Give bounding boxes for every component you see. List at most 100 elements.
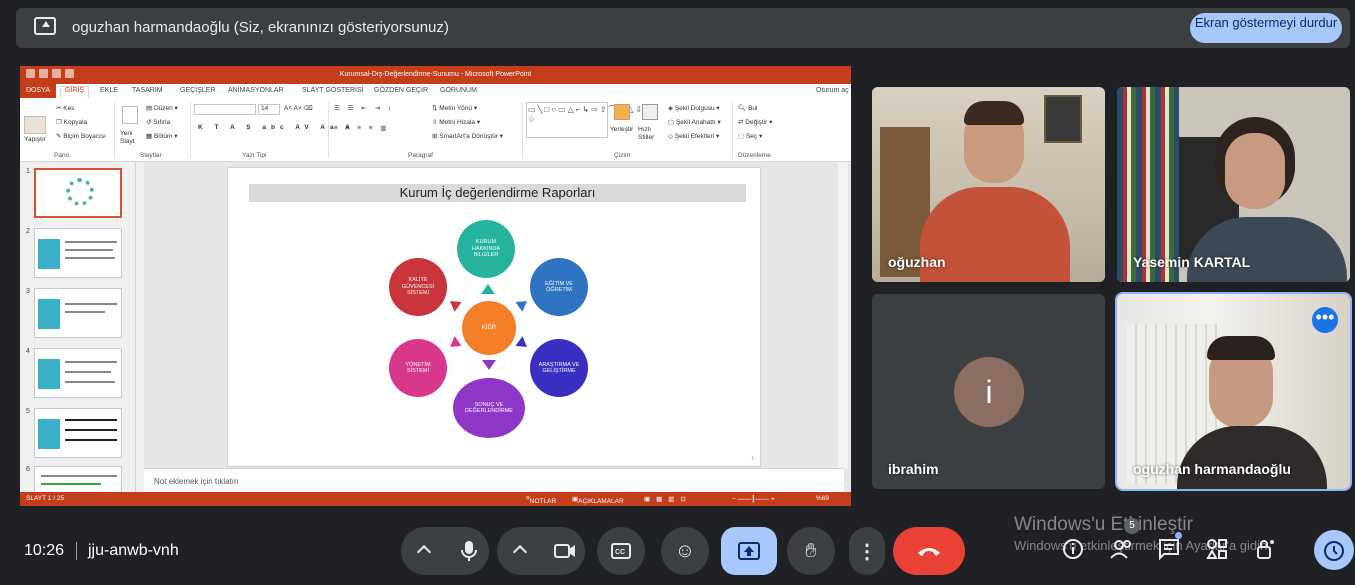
tab-dosya[interactable]: DOSYA — [20, 84, 56, 98]
people-button[interactable] — [1110, 538, 1134, 566]
chevron-up-icon[interactable] — [416, 544, 432, 560]
font-size-box[interactable]: 14 — [258, 104, 280, 115]
paste-icon[interactable] — [24, 116, 46, 134]
ribbon-separator — [732, 102, 733, 158]
tab-gozden-gecir[interactable]: GÖZDEN GEÇİR — [374, 87, 428, 94]
slide-scrollbar[interactable] — [838, 162, 848, 468]
arrow-up-icon — [481, 284, 495, 294]
slide-thumbnail-6[interactable] — [34, 466, 122, 492]
wall-portrait — [1044, 95, 1082, 143]
copy-button[interactable]: ❐ Kopyala — [56, 118, 87, 126]
thumbnail-scrollbar[interactable] — [136, 162, 144, 492]
zoom-level[interactable]: %69 — [816, 495, 829, 502]
cut-button[interactable]: ✂ Kes — [56, 104, 74, 112]
shared-screen-powerpoint: Kurumsal-Dış-Değerlendirme-Sunumu - Micr… — [20, 66, 851, 506]
thumb-number: 4 — [26, 348, 30, 355]
info-button[interactable] — [1062, 538, 1084, 566]
find-button[interactable]: 🔍︎ Bul — [738, 104, 757, 112]
new-slide-icon[interactable] — [122, 106, 138, 124]
slide-editor: Kurum İç değerlendirme Raporları KURUM H… — [144, 162, 844, 468]
tab-slayt-gosterisi[interactable]: SLAYT GÖSTERİSİ — [302, 87, 364, 94]
divider — [76, 542, 77, 560]
ribbon-separator — [328, 102, 329, 158]
sign-in-link[interactable]: Oturum aç — [816, 87, 849, 94]
more-options-icon[interactable]: ••• — [1312, 307, 1338, 333]
shape-fill-button[interactable]: ◈ Şekil Dolgusu ▾ — [668, 104, 720, 112]
meeting-code[interactable]: jju-anwb-vnh — [88, 542, 179, 560]
zoom-slider[interactable]: − ───┃─── + — [732, 495, 775, 503]
section-button[interactable]: ▦ Bölüm ▾ — [146, 132, 177, 140]
slide-thumbnail-5[interactable] — [34, 408, 122, 458]
emoji-button[interactable]: ☺ — [661, 527, 709, 575]
format-painter-button[interactable]: ✎ Biçim Boyacısı — [56, 132, 106, 140]
participant-tile-yasemin[interactable]: Yasemin KARTAL — [1117, 87, 1350, 282]
font-size-buttons[interactable]: A˄ A˅ ⌫ — [284, 104, 313, 112]
select-button[interactable]: ⬚ Seç ▾ — [738, 132, 762, 140]
notes-toggle[interactable]: ≡ NOTLAR — [526, 495, 556, 505]
ribbon-separator — [114, 102, 115, 158]
reset-button[interactable]: ↺ Sıfırla — [146, 118, 170, 126]
present-now-button[interactable] — [721, 527, 777, 575]
group-label-slaytlar: Slaytlar — [140, 152, 162, 159]
view-buttons[interactable]: ▣▦▥⊡ — [644, 495, 692, 503]
chevron-up-icon[interactable] — [512, 544, 528, 560]
more-options-button[interactable]: ⋮ — [849, 527, 885, 575]
shape-effects-button[interactable]: ◇ Şekil Efektleri ▾ — [668, 132, 719, 140]
timer-button[interactable] — [1314, 530, 1354, 570]
ppt-status-bar: SLAYT 1 / 25 ≡ NOTLAR ▣ AÇIKLAMALAR ▣▦▥⊡… — [20, 492, 851, 506]
quick-styles-button[interactable]: Hızlı Stiller — [638, 126, 662, 142]
tab-gorunum[interactable]: GÖRÜNÜM — [440, 87, 477, 94]
participant-tile-self[interactable]: ••• oguzhan harmandaoğlu — [1115, 292, 1352, 491]
tab-gecisler[interactable]: GEÇİŞLER — [180, 87, 215, 94]
tab-tasarim[interactable]: TASARIM — [132, 87, 163, 94]
paste-button[interactable]: Yapıştır — [24, 136, 46, 143]
stop-presenting-button[interactable]: Ekran göstermeyi durdur — [1190, 13, 1342, 43]
new-slide-button[interactable]: Yeni Slayt — [120, 130, 142, 146]
smartart-button[interactable]: ⊞ SmartArt'a Dönüştür ▾ — [432, 132, 503, 140]
chat-button[interactable] — [1158, 538, 1180, 566]
slide-thumbnail-1[interactable] — [34, 168, 122, 218]
captions-button[interactable]: CC — [597, 527, 645, 575]
slide-thumbnail-4[interactable] — [34, 348, 122, 398]
participant-tile-ibrahim[interactable]: i ibrahim — [872, 294, 1105, 489]
notes-pane[interactable]: Not eklemek için tıklatın — [144, 468, 844, 492]
slide-thumbnail-3[interactable] — [34, 288, 122, 338]
quick-styles-icon[interactable] — [642, 104, 658, 120]
activities-button[interactable] — [1206, 538, 1228, 566]
replace-button[interactable]: ⇄ Değiştir ▾ — [738, 118, 772, 126]
shapes-gallery[interactable]: ▭╲□○▭△⌐↳⇨⇧⌒⟳△⇩{}☆ — [526, 102, 651, 138]
thumb-number: 6 — [26, 466, 30, 473]
host-controls-button[interactable] — [1254, 538, 1276, 566]
font-name-box[interactable] — [194, 104, 256, 115]
mic-button[interactable] — [449, 527, 489, 575]
text-direction-button[interactable]: ⇅ Metin Yönü ▾ — [432, 104, 477, 112]
slide-thumbnail-pane[interactable]: 1 2 3 4 5 6 — [20, 162, 136, 492]
font-format-buttons[interactable]: K T A S abc AV Aa A — [198, 124, 355, 131]
current-slide[interactable]: Kurum İç değerlendirme Raporları KURUM H… — [227, 167, 761, 467]
raise-hand-button[interactable]: ✋︎ — [787, 527, 835, 575]
comments-toggle[interactable]: ▣ AÇIKLAMALAR — [572, 495, 624, 505]
info-icon — [1063, 539, 1083, 559]
ppt-window-title: Kurumsal-Dış-Değerlendirme-Sunumu - Micr… — [339, 71, 532, 78]
arrange-icon[interactable] — [614, 104, 630, 120]
participant-name: Yasemin KARTAL — [1133, 254, 1251, 270]
slide-thumbnail-2[interactable] — [34, 228, 122, 278]
thumb-number: 1 — [26, 168, 30, 175]
tab-giris[interactable]: GİRİŞ — [60, 86, 90, 98]
thumb-number: 2 — [26, 228, 30, 235]
more-options-icon: ⋮ — [857, 540, 877, 563]
thumb-number: 5 — [26, 408, 30, 415]
end-call-button[interactable] — [893, 527, 965, 575]
participant-tile-oguzhan[interactable]: oğuzhan — [872, 87, 1105, 282]
arrow-upper-right-icon — [515, 296, 531, 312]
camera-button[interactable] — [545, 527, 585, 575]
align-buttons[interactable]: ≡ ≡ ≡ ≡ ▥ — [334, 124, 390, 132]
arrange-button[interactable]: Yerleştir — [610, 126, 633, 133]
tab-ekle[interactable]: EKLE — [100, 87, 118, 94]
list-buttons[interactable]: ☰ ☰ ⇤ ⇥ ↕ — [334, 104, 394, 112]
shape-outline-button[interactable]: ▢ Şekil Anahattı ▾ — [668, 118, 721, 126]
tab-animasyonlar[interactable]: ANİMASYONLAR — [228, 87, 284, 94]
node-sonuc-degerlendirme: SONUÇ VE DEĞERLENDİRME — [453, 378, 525, 438]
layout-button[interactable]: ▤ Düzen ▾ — [146, 104, 178, 112]
align-text-button[interactable]: ⇳ Metni Hizala ▾ — [432, 118, 480, 126]
